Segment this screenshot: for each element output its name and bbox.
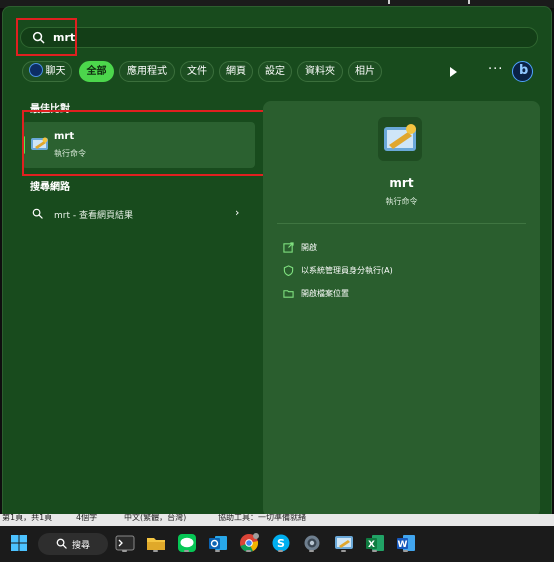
settings-button[interactable]: [301, 532, 323, 554]
line-button[interactable]: [176, 532, 198, 554]
filter-label: 網頁: [226, 66, 246, 77]
running-indicator: [122, 550, 127, 552]
background-status-strip: 第1頁，共1頁 4個字 中文(繁體，台灣) 協助工具：一切準備就緒: [0, 514, 554, 526]
svg-text:X: X: [368, 540, 375, 550]
mrt-app-icon: [384, 124, 416, 151]
web-search-heading: 搜尋網路: [30, 182, 70, 193]
filter-label: 文件: [187, 66, 207, 77]
filter-apps[interactable]: 應用程式: [119, 61, 175, 82]
filter-folders[interactable]: 資料夾: [297, 61, 343, 82]
status-page: 第1頁，共1頁: [2, 514, 53, 522]
filter-documents[interactable]: 文件: [180, 61, 214, 82]
play-icon[interactable]: [450, 67, 457, 77]
action-label: 開啟檔案位置: [301, 289, 349, 298]
filter-label: 全部: [86, 66, 107, 77]
taskbar-search-label: 搜尋: [72, 541, 91, 551]
file-explorer-button[interactable]: [145, 532, 167, 554]
bing-icon: [28, 63, 43, 77]
filter-label: 資料夾: [305, 66, 335, 77]
status-language: 中文(繁體，台灣): [124, 514, 187, 522]
filter-label: 設定: [265, 66, 285, 77]
more-options-icon[interactable]: ···: [488, 62, 503, 77]
running-indicator: [372, 550, 377, 552]
web-search-label: mrt - 查看網頁結果: [54, 211, 133, 221]
detail-app-name: mrt: [389, 176, 414, 190]
svg-text:S: S: [277, 537, 285, 550]
running-indicator: [184, 550, 189, 552]
bing-button[interactable]: [512, 61, 533, 82]
filter-settings[interactable]: 設定: [258, 61, 292, 82]
running-indicator: [309, 550, 314, 552]
svg-text:W: W: [398, 540, 408, 550]
outlook-button[interactable]: [207, 532, 229, 554]
filter-bar: 聊天 全部 應用程式 文件 網頁 設定 資料夾 相片 ···: [22, 61, 533, 84]
open-icon: [283, 242, 294, 253]
running-indicator: [246, 550, 251, 552]
detail-app-type: 執行命令: [385, 197, 418, 206]
control-panel-button[interactable]: [333, 532, 355, 554]
start-icon: [11, 535, 27, 551]
status-words: 4個字: [76, 514, 98, 522]
action-open-file-location[interactable]: 開啟檔案位置: [283, 287, 523, 301]
action-label: 以系統管理員身分執行(A): [301, 266, 393, 275]
running-indicator: [153, 550, 158, 552]
action-open[interactable]: 開啟: [283, 241, 523, 255]
running-indicator: [403, 550, 408, 552]
filter-label: 應用程式: [127, 66, 167, 77]
action-label: 開啟: [301, 243, 317, 252]
edge-mark: [468, 0, 470, 4]
mrt-large-icon: [378, 117, 422, 161]
filter-label: 聊天: [45, 66, 66, 77]
start-button[interactable]: [8, 532, 30, 554]
search-icon: [32, 208, 43, 219]
filter-chat[interactable]: 聊天: [22, 61, 72, 82]
filter-all[interactable]: 全部: [79, 61, 114, 82]
running-indicator: [215, 550, 220, 552]
excel-button[interactable]: X: [364, 532, 386, 554]
taskbar-search[interactable]: 搜尋: [38, 533, 108, 555]
filter-photos[interactable]: 相片: [348, 61, 382, 82]
shield-icon: [283, 265, 294, 276]
detail-pane: mrt 執行命令 開啟 以系統管理員身分執行(A) 開啟檔案位置: [263, 101, 540, 517]
action-run-as-admin[interactable]: 以系統管理員身分執行(A): [283, 264, 523, 278]
running-indicator: [278, 550, 283, 552]
chrome-button[interactable]: [238, 532, 260, 554]
taskbar: 搜尋 S X W: [0, 526, 554, 562]
folder-icon: [283, 290, 294, 298]
search-icon: [56, 538, 67, 549]
search-input[interactable]: mrt: [20, 27, 538, 48]
running-indicator: [341, 550, 346, 552]
status-accessibility: 協助工具：一切準備就緒: [218, 514, 306, 522]
filter-web[interactable]: 網頁: [219, 61, 253, 82]
word-button[interactable]: W: [395, 532, 417, 554]
highlight-box-search: [16, 18, 77, 56]
chevron-right-icon[interactable]: ›: [235, 206, 239, 219]
divider: [277, 223, 526, 224]
highlight-box-best-match: [22, 110, 267, 176]
filter-label: 相片: [355, 66, 375, 77]
edge-mark: [388, 0, 390, 4]
skype-button[interactable]: S: [270, 532, 292, 554]
web-search-item[interactable]: mrt - 查看網頁結果 ›: [32, 206, 252, 222]
terminal-button[interactable]: [114, 532, 136, 554]
